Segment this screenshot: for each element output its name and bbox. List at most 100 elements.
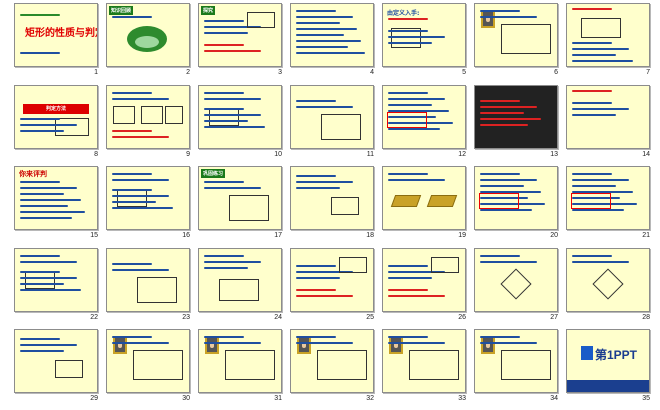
slide-title: 矩形的性质与判定 (25, 28, 98, 39)
slide-number: 19 (458, 232, 466, 239)
text-line (296, 34, 344, 36)
slide-thumbnail[interactable]: 你来评判 15 (10, 164, 102, 245)
text-line (112, 179, 169, 181)
slide-thumbnail[interactable]: 7 (562, 1, 654, 82)
text-line (112, 336, 152, 338)
text-line (204, 254, 244, 257)
slide-number: 4 (370, 69, 374, 76)
framed-picture (481, 10, 495, 28)
slide-thumbnail[interactable]: 16 (102, 164, 194, 245)
text-line (480, 111, 524, 114)
slide-thumbnail[interactable]: 23 (102, 246, 194, 327)
slide-number: 9 (186, 150, 190, 158)
ppt-logo-icon (581, 346, 593, 360)
text-line (480, 117, 541, 120)
rectangle-figure (229, 195, 269, 221)
slide-thumbnail[interactable]: 19 (378, 164, 470, 245)
text-line (572, 185, 616, 187)
text-line (388, 173, 428, 175)
text-line (296, 99, 336, 102)
slide-number: 35 (642, 395, 650, 402)
slide-thumbnail[interactable]: 知识回顾 2 (102, 1, 194, 82)
slide-thumbnail[interactable]: 25 (286, 246, 378, 327)
slide-thumbnail[interactable]: 第1PPT 35 (562, 327, 654, 408)
slide-number: 11 (366, 150, 374, 158)
slide-preview (382, 247, 466, 312)
slide-preview (106, 84, 190, 149)
rectangle-figure (209, 107, 239, 126)
slide-preview (198, 84, 282, 149)
slide-thumbnail[interactable]: 24 (194, 246, 286, 327)
text-line (20, 211, 85, 213)
text-line (296, 336, 336, 338)
rectangle-figure (141, 105, 163, 124)
text-line (204, 181, 244, 183)
slide-thumbnail[interactable]: 30 (102, 327, 194, 408)
slide-number: 10 (274, 150, 282, 158)
slide-preview (474, 84, 558, 149)
slide-number: 3 (278, 69, 282, 76)
slide-thumbnail[interactable]: 32 (286, 327, 378, 408)
text-line (572, 209, 624, 211)
slide-number: 26 (458, 313, 466, 321)
text-line (296, 342, 353, 344)
slide-thumbnail[interactable]: 26 (378, 246, 470, 327)
slide-thumbnail[interactable]: 34 (470, 327, 562, 408)
text-line (388, 42, 432, 44)
slide-thumbnail[interactable]: 18 (286, 164, 378, 245)
slide-preview (474, 3, 558, 67)
slide-preview: 探究 (198, 3, 282, 67)
text-line (204, 187, 261, 189)
slide-preview (474, 247, 558, 312)
rectangle-figure (55, 360, 83, 378)
slide-thumbnail[interactable]: 判定方法 8 (10, 83, 102, 164)
slide-thumbnail[interactable]: 巩固练习 17 (194, 164, 286, 245)
slide-thumbnail[interactable]: 11 (286, 83, 378, 164)
rhombus-figure (592, 267, 624, 300)
slide-preview: 巩固练习 (198, 166, 282, 230)
slide-thumbnail[interactable]: 13 (470, 83, 562, 164)
text-line (296, 288, 336, 291)
slide-thumbnail[interactable]: 27 (470, 246, 562, 327)
text-line (388, 103, 432, 106)
text-line (388, 18, 428, 20)
slide-thumbnail[interactable]: 21 (562, 164, 654, 245)
slide-thumbnail[interactable]: 31 (194, 327, 286, 408)
text-line (388, 336, 428, 338)
slide-thumbnail[interactable]: 9 (102, 83, 194, 164)
framed-picture (297, 336, 311, 354)
text-line (296, 22, 340, 24)
slide-thumbnail[interactable]: 12 (378, 83, 470, 164)
slide-title: 你来评判 (19, 170, 47, 178)
slide-thumbnail[interactable]: 33 (378, 327, 470, 408)
slide-thumbnail[interactable]: 28 (562, 246, 654, 327)
text-line (388, 91, 428, 94)
slide-thumbnail[interactable]: 14 (562, 83, 654, 164)
slide-thumbnail[interactable]: 6 (470, 1, 562, 82)
slide-number: 23 (182, 313, 190, 321)
slide-thumbnail[interactable]: 矩形的性质与判定 1 (10, 1, 102, 82)
slide-thumbnail[interactable]: 20 (470, 164, 562, 245)
text-line (20, 217, 72, 219)
rectangle-figure (431, 256, 459, 273)
framed-picture (481, 336, 495, 354)
text-line (204, 107, 244, 110)
text-line (296, 294, 353, 297)
slide-preview (290, 84, 374, 149)
slide-thumbnail[interactable]: 10 (194, 83, 286, 164)
slide-preview (14, 329, 98, 393)
slide-thumbnail[interactable]: 4 (286, 1, 378, 82)
slide-number: 24 (274, 313, 282, 321)
text-line (572, 60, 633, 62)
text-line (296, 276, 340, 279)
text-line (112, 342, 169, 344)
text-line (112, 129, 152, 132)
text-line (572, 48, 629, 50)
text-line (572, 8, 612, 10)
slide-number: 21 (642, 232, 650, 239)
slide-thumbnail[interactable]: 由定义入手: 5 (378, 1, 470, 82)
text-line (204, 260, 261, 263)
slide-thumbnail[interactable]: 29 (10, 327, 102, 408)
slide-thumbnail[interactable]: 22 (10, 246, 102, 327)
slide-thumbnail[interactable]: 探究 3 (194, 1, 286, 82)
